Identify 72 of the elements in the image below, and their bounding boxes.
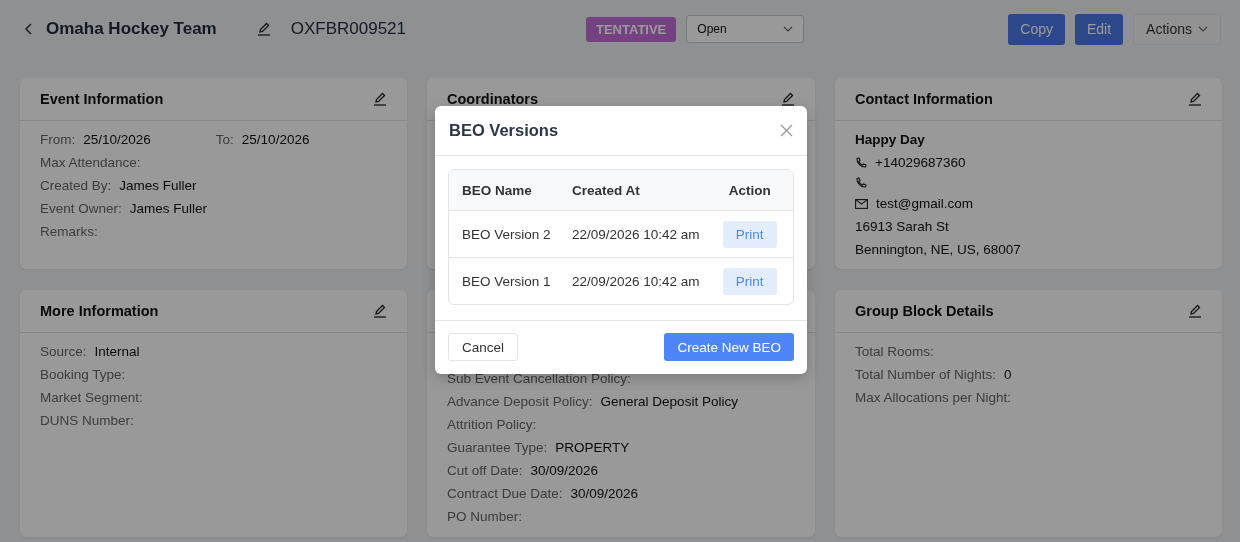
field-label: Remarks: xyxy=(40,224,98,239)
field-label: Market Segment: xyxy=(40,390,143,405)
field-value: General Deposit Policy xyxy=(600,394,738,409)
edit-icon[interactable] xyxy=(256,22,271,36)
field-value: James Fuller xyxy=(129,201,208,216)
column-header: BEO Name xyxy=(449,170,559,211)
cancel-button[interactable]: Cancel xyxy=(448,333,519,361)
edit-icon[interactable] xyxy=(1188,304,1202,318)
field-label: Total Rooms: xyxy=(855,344,934,359)
actions-menu-button[interactable]: Actions xyxy=(1133,13,1221,45)
field-label: Max Attendance: xyxy=(40,155,141,170)
field-label: Guarantee Type: xyxy=(447,440,548,455)
chevron-down-icon xyxy=(1198,26,1208,32)
field-label: Advance Deposit Policy: xyxy=(447,394,593,409)
phone-number: +14029687360 xyxy=(875,155,966,170)
field-value: 30/09/2026 xyxy=(570,486,639,501)
edit-icon[interactable] xyxy=(781,92,795,106)
card-title: More Information xyxy=(40,303,159,319)
contact-name: Happy Day xyxy=(855,131,926,149)
dialog-title: BEO Versions xyxy=(449,121,559,140)
field-label: Created By: xyxy=(40,178,112,193)
edit-icon[interactable] xyxy=(373,304,387,318)
field-label: Total Number of Nights: xyxy=(855,367,997,382)
field-value: 25/10/2026 xyxy=(83,132,151,147)
field-label: PO Number: xyxy=(447,509,523,524)
event-code: OXFBR009521 xyxy=(290,19,406,39)
mail-icon xyxy=(855,198,868,209)
address-line: Bennington, NE, US, 68007 xyxy=(855,242,1021,257)
card-title: Group Block Details xyxy=(855,303,994,319)
field-value: 0 xyxy=(1004,367,1012,382)
email-address: test@gmail.com xyxy=(876,196,973,211)
field-label: Event Owner: xyxy=(40,201,122,216)
field-label: To: xyxy=(215,132,234,147)
back-icon[interactable] xyxy=(24,23,32,35)
card-title: Event Information xyxy=(40,91,164,107)
table-cell-text: 22/09/2026 10:42 am xyxy=(571,225,701,244)
edit-icon[interactable] xyxy=(1188,92,1202,106)
field-label: DUNS Number: xyxy=(40,413,134,428)
event-title: Omaha Hockey Team xyxy=(46,19,217,39)
table-cell-text: BEO Version 2 xyxy=(461,225,552,244)
copy-button[interactable]: Copy xyxy=(1008,13,1065,45)
close-icon[interactable] xyxy=(780,124,793,137)
field-label: Cut off Date: xyxy=(447,463,523,478)
field-value: 25/10/2026 xyxy=(241,132,310,147)
field-label: From: xyxy=(40,132,76,147)
create-button[interactable]: Create New BEO xyxy=(664,333,794,361)
table-cell: BEO Version 1 xyxy=(449,257,559,304)
field-label: Max Allocations per Night: xyxy=(855,390,1012,405)
status-badge: TENTATIVE xyxy=(586,16,677,42)
table-cell: 22/09/2026 10:42 am xyxy=(559,257,719,304)
field-value: PROPERTY xyxy=(555,440,630,455)
status-select[interactable]: Open xyxy=(686,15,805,43)
field-label: Sub Event Cancellation Policy: xyxy=(447,371,631,386)
field-label: Contract Due Date: xyxy=(447,486,563,501)
column-header: Created At xyxy=(559,170,719,211)
chevron-down-icon xyxy=(783,26,794,32)
phone-icon xyxy=(855,177,867,189)
card-title: Coordinators xyxy=(447,91,539,107)
address-line: 16913 Sarah St xyxy=(855,219,949,234)
column-header: Action xyxy=(718,170,793,211)
print-button[interactable]: Print xyxy=(722,267,777,295)
field-value: Internal xyxy=(94,344,140,359)
edit-icon[interactable] xyxy=(373,92,387,106)
field-label: Booking Type: xyxy=(40,367,126,382)
edit-button[interactable]: Edit xyxy=(1074,13,1124,45)
card-title: Contact Information xyxy=(855,91,993,107)
field-label: Source: xyxy=(40,344,87,359)
phone-icon xyxy=(855,156,867,169)
print-button[interactable]: Print xyxy=(722,220,777,248)
field-label: Attrition Policy: xyxy=(447,417,537,432)
field-value: 30/09/2026 xyxy=(530,463,599,478)
field-value: James Fuller xyxy=(119,178,197,193)
